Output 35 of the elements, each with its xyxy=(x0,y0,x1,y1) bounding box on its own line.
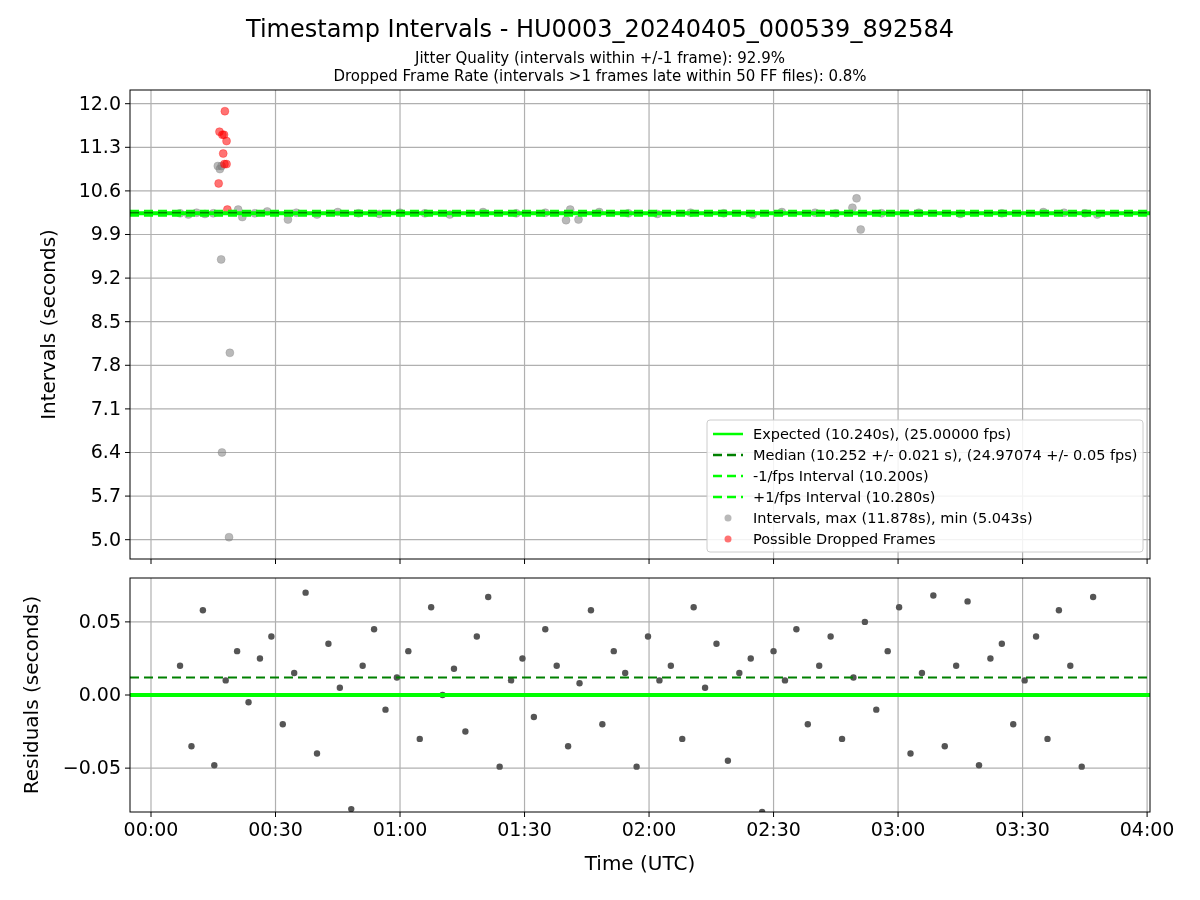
tick-label: 0.00 xyxy=(78,683,121,705)
tick-label: 10.6 xyxy=(78,178,121,201)
tick-label: 5.0 xyxy=(90,527,121,550)
tick-label: 9.9 xyxy=(90,222,121,245)
tick-label: 01:30 xyxy=(497,818,552,840)
legend-label: Intervals, max (11.878s), min (5.043s) xyxy=(753,509,1033,526)
tick-label: 00:30 xyxy=(248,818,303,840)
tick-label: 02:00 xyxy=(621,818,677,840)
axis-label: Time (UTC) xyxy=(584,851,696,875)
tick-label: 03:00 xyxy=(870,818,926,840)
legend-label: Median (10.252 +/- 0.021 s), (24.97074 +/- 0.05 fps) xyxy=(753,446,1138,463)
legend-label: Expected (10.240s), (25.00000 fps) xyxy=(753,425,1012,442)
chart-subtitle: Jitter Quality (intervals within +/-1 frame): 92.9% xyxy=(415,49,785,67)
chart-title: Timestamp Intervals - HU0003_20240405_000539_892584 xyxy=(246,15,954,43)
axis-label: Intervals (seconds) xyxy=(36,229,60,420)
tick-label: −0.05 xyxy=(62,756,121,779)
tick-label: 8.5 xyxy=(90,309,121,332)
tick-label: 02:30 xyxy=(746,818,801,840)
axis-label: Residuals (seconds) xyxy=(19,595,43,795)
legend-label: Possible Dropped Frames xyxy=(753,530,936,547)
tick-label: 9.2 xyxy=(90,266,121,289)
tick-label: 6.4 xyxy=(90,440,121,463)
tick-label: 11.3 xyxy=(78,135,121,158)
tick-label: 03:30 xyxy=(995,818,1050,840)
tick-label: 00:00 xyxy=(123,818,179,840)
tick-label: 7.8 xyxy=(90,353,121,376)
legend-label: -1/fps Interval (10.200s) xyxy=(753,467,929,484)
tick-label: 5.7 xyxy=(90,484,121,507)
tick-label: 04:00 xyxy=(1119,818,1175,840)
tick-label: 0.05 xyxy=(78,609,121,632)
tick-label: 01:00 xyxy=(372,818,428,840)
tick-label: 12.0 xyxy=(78,91,121,114)
legend-label: +1/fps Interval (10.280s) xyxy=(753,488,936,505)
chart-subtitle: Dropped Frame Rate (intervals >1 frames late within 50 FF files): 0.8% xyxy=(333,67,867,85)
tick-label: 7.1 xyxy=(90,396,121,419)
